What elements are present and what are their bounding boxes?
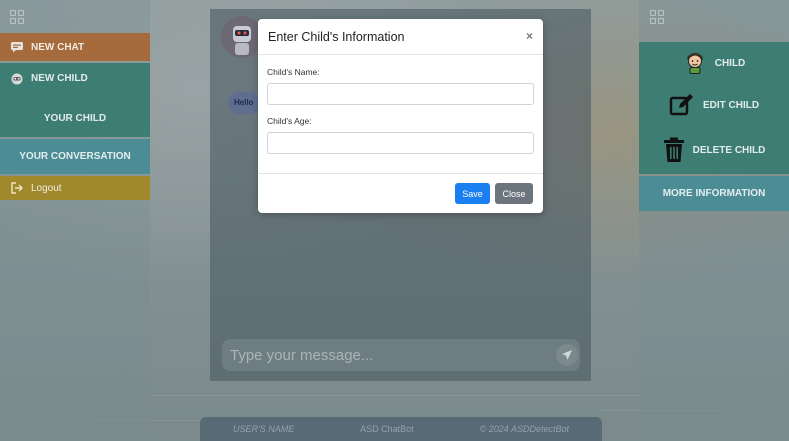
bot-message-bubble: Hello — [228, 92, 260, 114]
child-info-modal: Enter Child's Information × Child's Name… — [258, 19, 543, 213]
trash-icon — [663, 137, 684, 162]
modal-title: Enter Child's Information — [268, 30, 405, 44]
message-input[interactable] — [222, 339, 580, 371]
child-icon — [687, 53, 703, 74]
robot-icon — [10, 73, 24, 85]
your-conversation-label: YOUR CONVERSATION — [19, 151, 131, 162]
send-icon — [562, 350, 572, 360]
delete-child-button[interactable]: DELETE CHILD — [639, 126, 789, 174]
child-name-input[interactable] — [267, 83, 534, 105]
close-icon[interactable]: × — [526, 29, 533, 43]
bot-avatar — [221, 16, 263, 58]
footer-copyright: © 2024 ASDDetectBot — [479, 424, 569, 434]
child-name-label: Child's Name: — [267, 67, 320, 77]
footer: USER'S NAME ASD ChatBot © 2024 ASDDetect… — [200, 417, 602, 441]
more-information-button[interactable]: MORE INFORMATION — [639, 176, 789, 211]
edit-icon — [669, 94, 693, 116]
footer-user-name: USER'S NAME — [232, 424, 295, 434]
footer-app-name: ASD ChatBot — [360, 424, 414, 434]
child-label: CHILD — [714, 57, 746, 69]
modal-footer: Save Close — [258, 173, 543, 213]
more-information-label: MORE INFORMATION — [662, 188, 766, 199]
logout-icon — [10, 182, 24, 194]
new-child-button[interactable]: NEW CHILD — [0, 63, 150, 99]
send-button[interactable] — [556, 344, 578, 366]
close-button[interactable]: Close — [495, 183, 533, 204]
logout-label: Logout — [31, 182, 62, 194]
your-conversation-button[interactable]: YOUR CONVERSATION — [0, 139, 150, 174]
edit-child-label: EDIT CHILD — [702, 99, 760, 111]
child-button[interactable]: CHILD — [639, 42, 789, 84]
modal-header: Enter Child's Information × — [258, 19, 543, 55]
delete-child-label: DELETE CHILD — [692, 144, 766, 156]
new-chat-button[interactable]: NEW CHAT — [0, 33, 150, 61]
grid-icon[interactable] — [10, 10, 24, 24]
grid-icon[interactable] — [650, 10, 664, 24]
chat-icon — [10, 41, 24, 53]
new-chat-label: NEW CHAT — [31, 41, 85, 53]
child-age-input[interactable] — [267, 132, 534, 154]
your-child-button[interactable]: YOUR CHILD — [0, 99, 150, 137]
logout-button[interactable]: Logout — [0, 176, 150, 200]
your-child-label: YOUR CHILD — [43, 112, 107, 124]
new-child-label: NEW CHILD — [31, 73, 88, 84]
edit-child-button[interactable]: EDIT CHILD — [639, 84, 789, 126]
save-button[interactable]: Save — [455, 183, 490, 204]
child-age-label: Child's Age: — [267, 116, 312, 126]
